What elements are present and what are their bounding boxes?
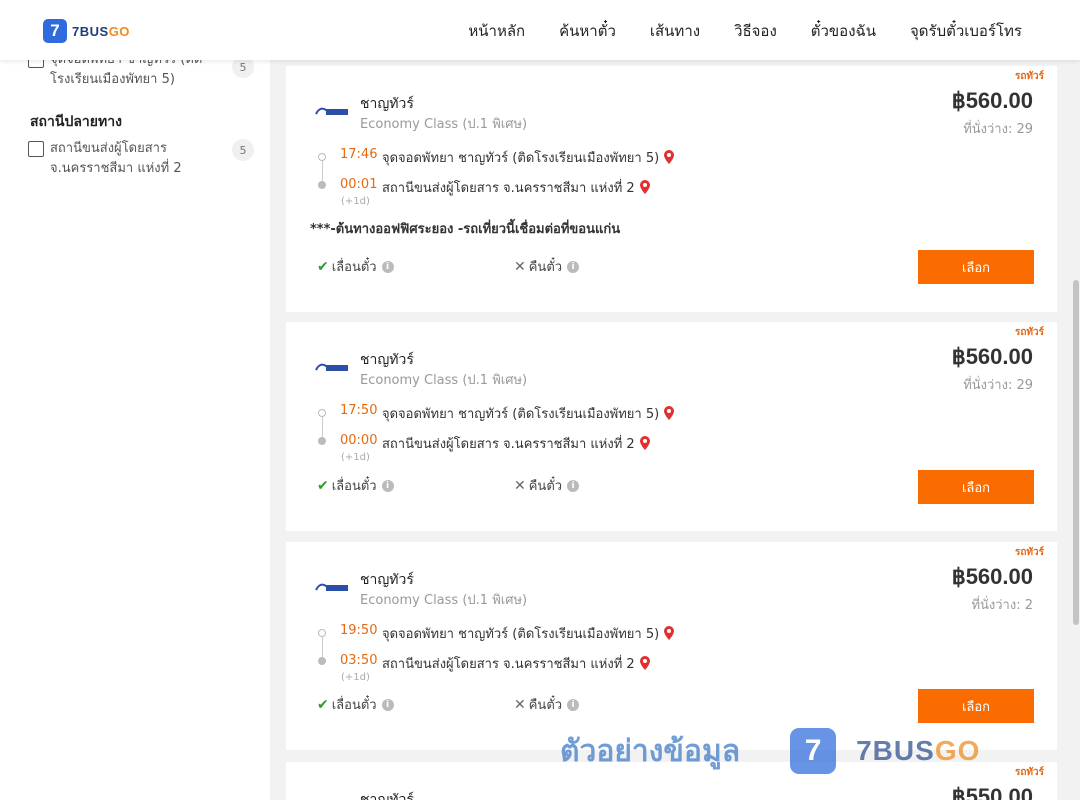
scrollbar-thumb[interactable]	[1073, 280, 1079, 625]
operator-name: ชาญทัวร์	[360, 792, 414, 800]
departure-place: จุดจอดพัทยา ชาญทัวร์ (ติดโรงเรียนเมืองพั…	[382, 147, 675, 168]
logo-text: 7BUSGO	[72, 23, 130, 39]
bus-type-badge: รถทัวร์	[1014, 71, 1044, 82]
arrival-place: สถานีขนส่งผู้โดยสาร จ.นครราชสีมา แห่งที่…	[382, 653, 651, 674]
nav-routes[interactable]: เส้นทาง	[650, 19, 700, 43]
trip-remark: ***-ต้นทางออฟฟิศระยอง -รถเที่ยวนี้เชื่อม…	[310, 222, 621, 237]
page-scrollbar[interactable]	[1072, 60, 1080, 800]
departure-place: จุดจอดพัทยา ชาญทัวร์ (ติดโรงเรียนเมืองพั…	[382, 403, 675, 424]
departure-place: จุดจอดพัทยา ชาญทัวร์ (ติดโรงเรียนเมืองพั…	[382, 623, 675, 644]
logo-mark: 7	[43, 19, 67, 43]
nav-search-tickets[interactable]: ค้นหาตั๋ว	[559, 19, 616, 43]
arrival-time: 00:01	[340, 177, 378, 192]
timeline-start-dot	[318, 153, 326, 161]
map-pin-icon[interactable]	[663, 149, 675, 165]
select-trip-button[interactable]: เลือก	[918, 689, 1034, 723]
destination-option-count: 5	[232, 139, 254, 161]
bus-class: Economy Class (ป.1 พิเศษ)	[360, 373, 528, 388]
reschedule-policy: ✔ เลื่อนตั๋ว i	[317, 256, 394, 277]
info-icon[interactable]: i	[381, 479, 394, 492]
refund-policy: ✕ คืนตั๋ว i	[514, 256, 580, 277]
timeline-line	[321, 417, 323, 437]
bus-type-badge: รถทัวร์	[1014, 327, 1044, 338]
arrival-place: สถานีขนส่งผู้โดยสาร จ.นครราชสีมา แห่งที่…	[382, 433, 651, 454]
ticket-price: ฿550.00	[951, 784, 1033, 800]
arrival-place: สถานีขนส่งผู้โดยสาร จ.นครราชสีมา แห่งที่…	[382, 177, 651, 198]
check-icon: ✔	[317, 477, 329, 494]
departure-time: 17:46	[340, 147, 378, 162]
departure-time: 19:50	[340, 623, 378, 638]
destination-filter-option[interactable]: สถานีขนส่งผู้โดยสาร จ.นครราชสีมา แห่งที่…	[28, 139, 254, 179]
operator-name: ชาญทัวร์	[360, 572, 414, 588]
nav-how-to-book[interactable]: วิธีจอง	[734, 19, 777, 43]
info-icon[interactable]: i	[567, 698, 580, 711]
timeline-line	[321, 161, 323, 181]
nav-my-tickets[interactable]: ตั๋วของฉัน	[811, 19, 876, 43]
map-pin-icon[interactable]	[639, 655, 651, 671]
ticket-price: ฿560.00	[951, 344, 1033, 369]
reschedule-policy: ✔ เลื่อนตั๋ว i	[317, 694, 394, 715]
trip-card: รถทัวร์ ชาญทัวร์ Economy Class (ป.1 พิเศ…	[286, 542, 1057, 750]
ticket-price: ฿560.00	[951, 564, 1033, 589]
bus-type-badge: รถทัวร์	[1014, 767, 1044, 778]
seats-available: ที่นั่งว่าง: 29	[963, 378, 1033, 393]
destination-filter-title: สถานีปลายทาง	[30, 114, 122, 130]
map-pin-icon[interactable]	[663, 625, 675, 641]
nav-ticket-pickup[interactable]: จุดรับตั๋วเบอร์โทร	[910, 19, 1022, 43]
map-pin-icon[interactable]	[639, 179, 651, 195]
seats-available: ที่นั่งว่าง: 29	[963, 122, 1033, 137]
operator-name: ชาญทัวร์	[360, 96, 414, 112]
timeline-end-dot	[318, 657, 326, 665]
seats-available: ที่นั่งว่าง: 2	[971, 598, 1033, 613]
timeline-end-dot	[318, 437, 326, 445]
timeline-start-dot	[318, 409, 326, 417]
bus-type-badge: รถทัวร์	[1014, 547, 1044, 558]
operator-logo	[315, 363, 348, 371]
operator-logo	[315, 107, 348, 115]
bus-class: Economy Class (ป.1 พิเศษ)	[360, 593, 528, 608]
timeline-end-dot	[318, 181, 326, 189]
check-icon: ✔	[317, 258, 329, 275]
next-day-note: (+1d)	[341, 452, 370, 463]
timeline-start-dot	[318, 629, 326, 637]
refund-policy: ✕ คืนตั๋ว i	[514, 694, 580, 715]
reschedule-policy: ✔ เลื่อนตั๋ว i	[317, 475, 394, 496]
cross-icon: ✕	[514, 477, 526, 494]
destination-checkbox[interactable]	[28, 141, 44, 157]
info-icon[interactable]: i	[567, 260, 580, 273]
site-logo[interactable]: 7 7BUSGO	[43, 19, 130, 43]
next-day-note: (+1d)	[341, 672, 370, 683]
main-nav: หน้าหลัก ค้นหาตั๋ว เส้นทาง วิธีจอง ตั๋วข…	[468, 19, 1022, 43]
next-day-note: (+1d)	[341, 196, 370, 207]
select-trip-button[interactable]: เลือก	[918, 470, 1034, 504]
check-icon: ✔	[317, 696, 329, 713]
info-icon[interactable]: i	[381, 260, 394, 273]
arrival-time: 00:00	[340, 433, 378, 448]
trip-card: รถทัวร์ ชาญทัวร์ Economy Class (ป.1 พิเศ…	[286, 66, 1057, 312]
departure-time: 17:50	[340, 403, 378, 418]
timeline-line	[321, 637, 323, 657]
trip-card: รถทัวร์ ชาญทัวร์ ฿550.00	[286, 762, 1057, 800]
info-icon[interactable]: i	[381, 698, 394, 711]
operator-logo	[315, 583, 348, 591]
cross-icon: ✕	[514, 696, 526, 713]
arrival-time: 03:50	[340, 653, 378, 668]
trip-card: รถทัวร์ ชาญทัวร์ Economy Class (ป.1 พิเศ…	[286, 322, 1057, 531]
top-header: 7 7BUSGO หน้าหลัก ค้นหาตั๋ว เส้นทาง วิธี…	[0, 0, 1080, 60]
map-pin-icon[interactable]	[639, 435, 651, 451]
filter-sidebar: จุดจอดพัทยา ชาญทัวร์ (ติดโรงเรียนเมืองพั…	[0, 52, 270, 800]
ticket-price: ฿560.00	[951, 88, 1033, 113]
nav-home[interactable]: หน้าหลัก	[468, 19, 525, 43]
destination-option-label: สถานีขนส่งผู้โดยสาร จ.นครราชสีมา แห่งที่…	[50, 141, 182, 176]
refund-policy: ✕ คืนตั๋ว i	[514, 475, 580, 496]
info-icon[interactable]: i	[567, 479, 580, 492]
map-pin-icon[interactable]	[663, 405, 675, 421]
cross-icon: ✕	[514, 258, 526, 275]
operator-name: ชาญทัวร์	[360, 352, 414, 368]
bus-class: Economy Class (ป.1 พิเศษ)	[360, 117, 528, 132]
select-trip-button[interactable]: เลือก	[918, 250, 1034, 284]
